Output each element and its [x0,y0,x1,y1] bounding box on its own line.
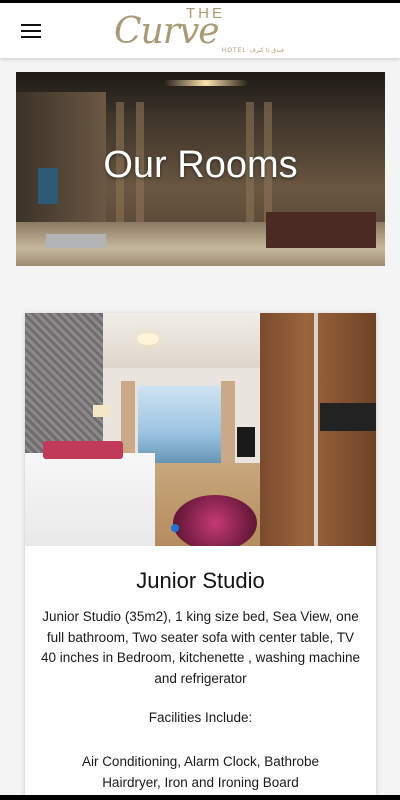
room-title: Junior Studio [136,568,265,593]
hero-banner: Our Rooms [16,72,385,266]
navigation-bar [0,795,400,800]
room-description: Junior Studio (35m2), 1 king size bed, S… [41,609,360,686]
hamburger-menu-icon[interactable] [18,20,44,40]
room-image-carousel[interactable] [25,313,376,546]
facilities-list: Air Conditioning, Alarm Clock, Bathrobe … [39,751,362,793]
carousel-indicator-dot[interactable] [171,524,179,532]
facilities-line: Air Conditioning, Alarm Clock, Bathrobe [81,754,320,769]
page-title: Our Rooms [103,144,298,186]
logo-brand: Curve [114,11,220,52]
hotel-logo[interactable]: THE Curve HOTEL فندق ذا كيرف [110,3,283,58]
room-card: Junior Studio Junior Studio (35m2), 1 ki… [25,313,376,800]
facilities-label: Facilities Include: [148,710,253,725]
facilities-line: Hairdryer, Iron and Ironing Board [102,775,299,790]
logo-subtitle: HOTEL فندق ذا كيرف [222,48,284,54]
app-header: THE Curve HOTEL فندق ذا كيرف [0,3,400,58]
